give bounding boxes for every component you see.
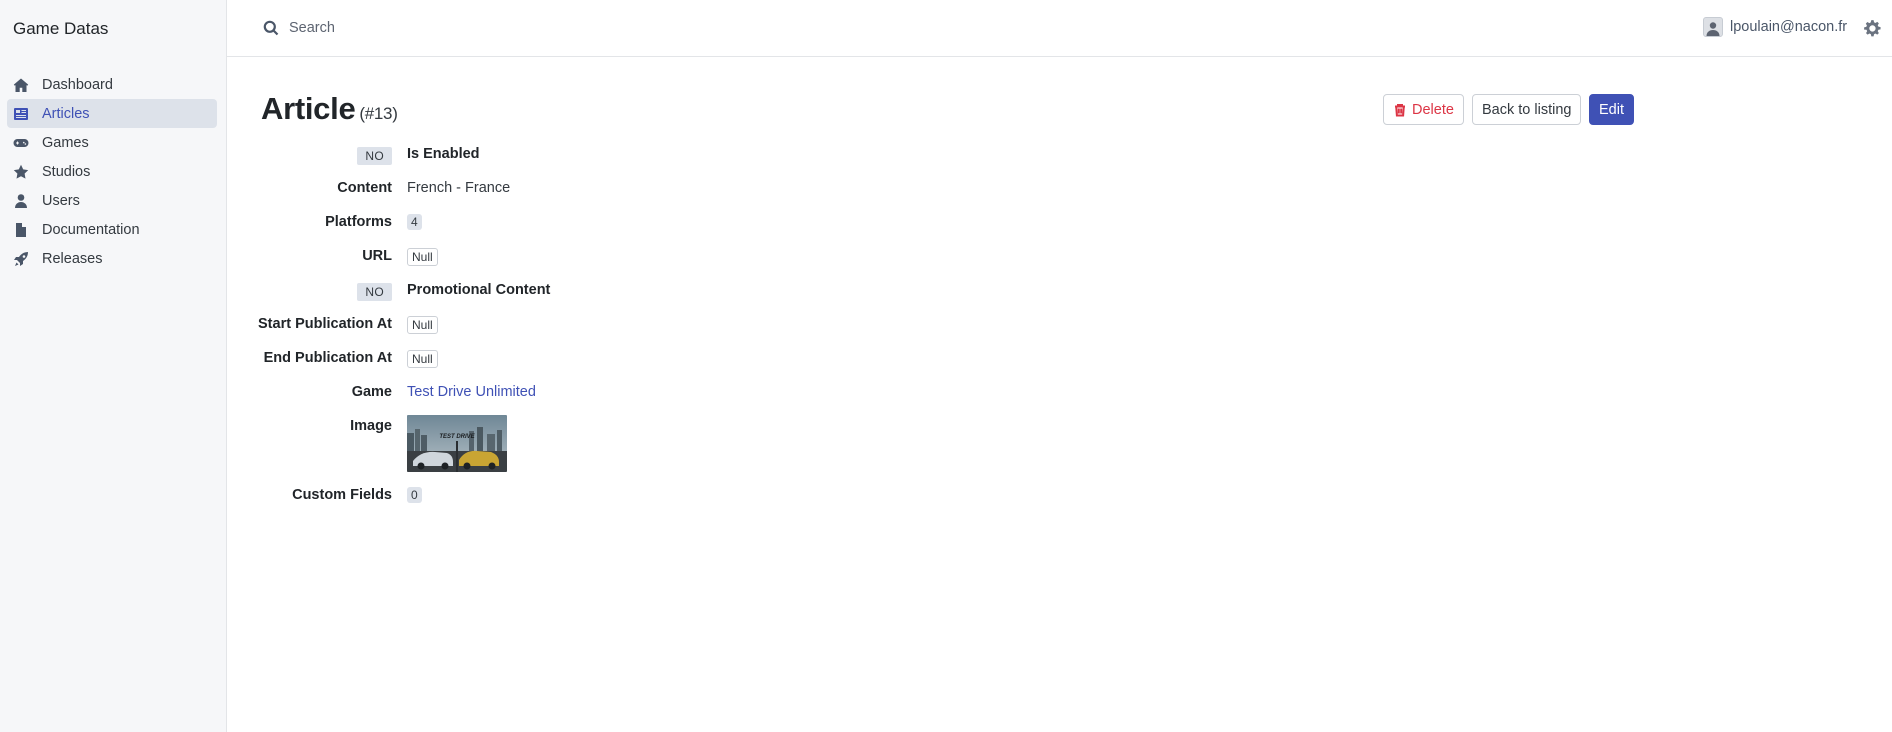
sidebar-item-releases[interactable]: Releases	[7, 244, 217, 273]
null-badge: Null	[407, 248, 438, 266]
sidebar-item-studios[interactable]: Studios	[7, 157, 217, 186]
sidebar-item-games[interactable]: Games	[7, 128, 217, 157]
field-promotional-content: NO Promotional Content	[230, 279, 1130, 303]
sidebar: Game Datas Dashboard Articles Games Stud…	[0, 0, 227, 732]
user-email: lpoulain@nacon.fr	[1730, 19, 1848, 35]
home-icon	[13, 77, 29, 93]
field-image: Image	[230, 415, 1130, 439]
field-value: French - France	[407, 180, 511, 196]
field-label: Custom Fields	[292, 487, 392, 503]
null-badge: Null	[407, 316, 438, 334]
sidebar-item-label: Users	[42, 192, 80, 209]
article-image-thumbnail[interactable]: TEST DRIVE	[407, 415, 507, 472]
field-label: Is Enabled	[407, 146, 480, 162]
topbar: lpoulain@nacon.fr	[227, 0, 1892, 57]
sidebar-item-label: Games	[42, 134, 89, 151]
game-link[interactable]: Test Drive Unlimited	[407, 384, 536, 400]
sidebar-item-label: Dashboard	[42, 76, 113, 93]
field-game: Game Test Drive Unlimited	[230, 381, 1130, 405]
avatar	[1703, 17, 1723, 37]
count-badge: 0	[407, 487, 422, 503]
delete-label: Delete	[1412, 101, 1454, 118]
back-to-listing-button[interactable]: Back to listing	[1472, 94, 1582, 125]
field-url: URL Null	[230, 245, 1130, 269]
field-label: Image	[350, 418, 392, 434]
count-badge: 4	[407, 214, 422, 230]
field-value: Null	[407, 248, 438, 266]
app-brand[interactable]: Game Datas	[13, 19, 108, 39]
thumbnail-logo-text: TEST DRIVE	[439, 434, 475, 440]
field-label: End Publication At	[263, 350, 392, 366]
gear-icon[interactable]	[1863, 19, 1881, 37]
field-end-publication: End Publication At Null	[230, 347, 1130, 371]
trash-icon	[1393, 103, 1407, 117]
rocket-icon	[13, 251, 29, 267]
newspaper-icon	[13, 106, 29, 122]
search-icon	[263, 20, 279, 36]
page-title-text: Article	[261, 91, 356, 126]
field-label: Content	[337, 180, 392, 196]
edit-button[interactable]: Edit	[1589, 94, 1634, 125]
sidebar-item-label: Studios	[42, 163, 91, 180]
star-icon	[13, 164, 29, 180]
null-badge: Null	[407, 350, 438, 368]
page-title: Article (#13)	[261, 91, 398, 127]
status-badge: NO	[357, 283, 392, 301]
record-id: (#13)	[359, 104, 398, 123]
sidebar-item-articles[interactable]: Articles	[7, 99, 217, 128]
sidebar-nav: Dashboard Articles Games Studios Users D…	[7, 70, 217, 273]
sidebar-item-documentation[interactable]: Documentation	[7, 215, 217, 244]
status-badge: NO	[357, 147, 392, 165]
field-custom-fields: Custom Fields 0	[230, 484, 1130, 508]
field-label: Promotional Content	[407, 282, 551, 298]
field-label: Game	[351, 384, 392, 400]
user-icon	[13, 193, 29, 209]
user-menu[interactable]: lpoulain@nacon.fr	[1703, 17, 1847, 37]
field-label: Start Publication At	[258, 316, 392, 332]
field-value: 4	[407, 214, 422, 230]
sidebar-item-dashboard[interactable]: Dashboard	[7, 70, 217, 99]
field-value: Null	[407, 316, 438, 334]
document-icon	[13, 222, 29, 238]
sidebar-item-label: Releases	[42, 250, 103, 267]
sidebar-item-label: Articles	[42, 105, 90, 122]
field-platforms: Platforms 4	[230, 211, 1130, 235]
field-label: Platforms	[325, 214, 392, 230]
delete-button[interactable]: Delete	[1383, 94, 1464, 125]
sidebar-item-users[interactable]: Users	[7, 186, 217, 215]
field-value: 0	[407, 487, 422, 503]
field-is-enabled: NO Is Enabled	[230, 143, 1130, 167]
field-value: Test Drive Unlimited	[407, 384, 536, 400]
field-content: Content French - France	[230, 177, 1130, 201]
field-start-publication: Start Publication At Null	[230, 313, 1130, 337]
field-label: URL	[362, 248, 392, 264]
field-value: Null	[407, 350, 438, 368]
gamepad-icon	[13, 135, 29, 151]
search-input[interactable]	[289, 16, 689, 40]
sidebar-item-label: Documentation	[42, 221, 140, 238]
